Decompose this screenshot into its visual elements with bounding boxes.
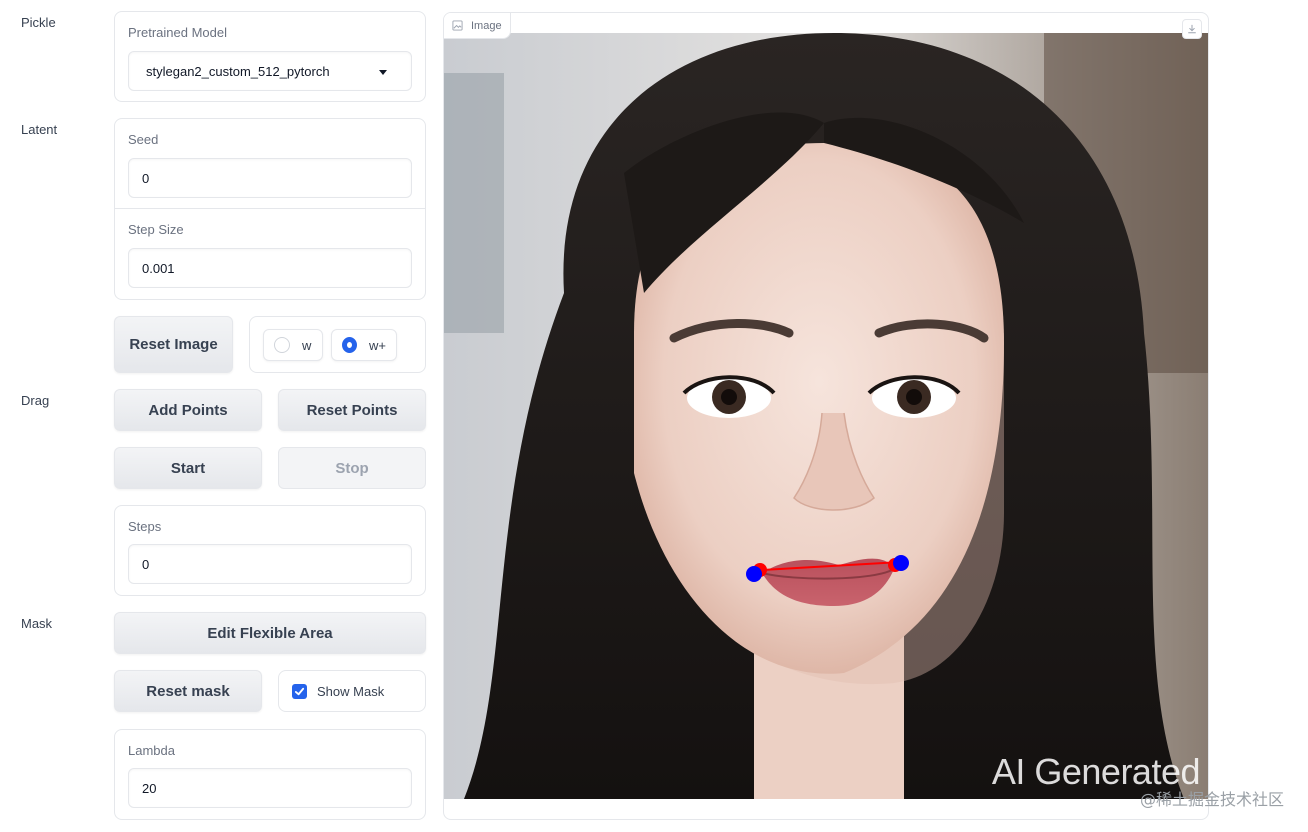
- download-button[interactable]: [1182, 19, 1202, 39]
- portrait-image-canvas[interactable]: [444, 33, 1209, 799]
- section-label-pickle: Pickle: [21, 15, 56, 30]
- start-button[interactable]: Start: [114, 447, 262, 489]
- reset-image-button[interactable]: Reset Image: [114, 316, 233, 373]
- step-size-input[interactable]: 0.001: [128, 248, 412, 288]
- background-object: [444, 73, 504, 333]
- steps-input[interactable]: 0: [128, 544, 412, 584]
- section-label-drag: Drag: [21, 393, 50, 408]
- lambda-block: Lambda 20: [114, 729, 426, 820]
- lambda-value: 20: [142, 780, 157, 796]
- right-pupil: [906, 389, 922, 405]
- radio-option-w[interactable]: w: [263, 329, 323, 361]
- image-tab: Image: [444, 13, 511, 39]
- radio-option-w-plus-label: w+: [369, 337, 386, 353]
- seed-label: Seed: [128, 132, 159, 147]
- chevron-down-icon: [379, 70, 387, 75]
- step-size-value: 0.001: [142, 260, 175, 276]
- radio-option-w-label: w: [302, 337, 312, 353]
- latent-space-radio-group: w w+: [249, 316, 426, 373]
- lambda-label: Lambda: [128, 743, 175, 758]
- target-point-right[interactable]: [893, 555, 909, 571]
- lambda-input[interactable]: 20: [128, 768, 412, 808]
- target-point-left[interactable]: [746, 566, 762, 582]
- pretrained-model-label: Pretrained Model: [128, 25, 227, 40]
- site-watermark: @稀土掘金技术社区: [1139, 790, 1284, 809]
- pretrained-model-block: Pretrained Model stylegan2_custom_512_py…: [114, 11, 426, 102]
- steps-block: Steps 0: [114, 505, 426, 596]
- steps-value: 0: [142, 556, 150, 572]
- show-mask-label: Show Mask: [317, 683, 385, 699]
- reset-points-button[interactable]: Reset Points: [278, 389, 426, 431]
- show-mask-checkbox[interactable]: Show Mask: [278, 670, 426, 712]
- edit-flexible-area-button[interactable]: Edit Flexible Area: [114, 612, 426, 654]
- image-panel: Image AI Generated: [443, 12, 1209, 820]
- steps-label: Steps: [128, 519, 162, 534]
- section-label-mask: Mask: [21, 616, 53, 631]
- image-icon: [452, 20, 463, 31]
- divider: [115, 208, 425, 209]
- pretrained-model-dropdown[interactable]: stylegan2_custom_512_pytorch: [128, 51, 412, 91]
- reset-mask-button[interactable]: Reset mask: [114, 670, 262, 712]
- seed-input[interactable]: 0: [128, 158, 412, 198]
- left-pupil: [721, 389, 737, 405]
- seed-value: 0: [142, 170, 150, 186]
- step-size-label: Step Size: [128, 222, 184, 237]
- checkmark-icon: [292, 683, 307, 699]
- latent-block: Seed 0 Step Size 0.001: [114, 118, 426, 300]
- add-points-button[interactable]: Add Points: [114, 389, 262, 431]
- pretrained-model-value: stylegan2_custom_512_pytorch: [146, 63, 330, 79]
- radio-option-w-plus[interactable]: w+: [331, 329, 397, 361]
- section-label-latent: Latent: [21, 122, 58, 137]
- radio-checked-icon: [342, 337, 358, 353]
- stop-button[interactable]: Stop: [278, 447, 426, 489]
- download-icon: [1188, 24, 1196, 34]
- radio-unchecked-icon: [274, 337, 290, 353]
- image-tab-label: Image: [471, 19, 502, 32]
